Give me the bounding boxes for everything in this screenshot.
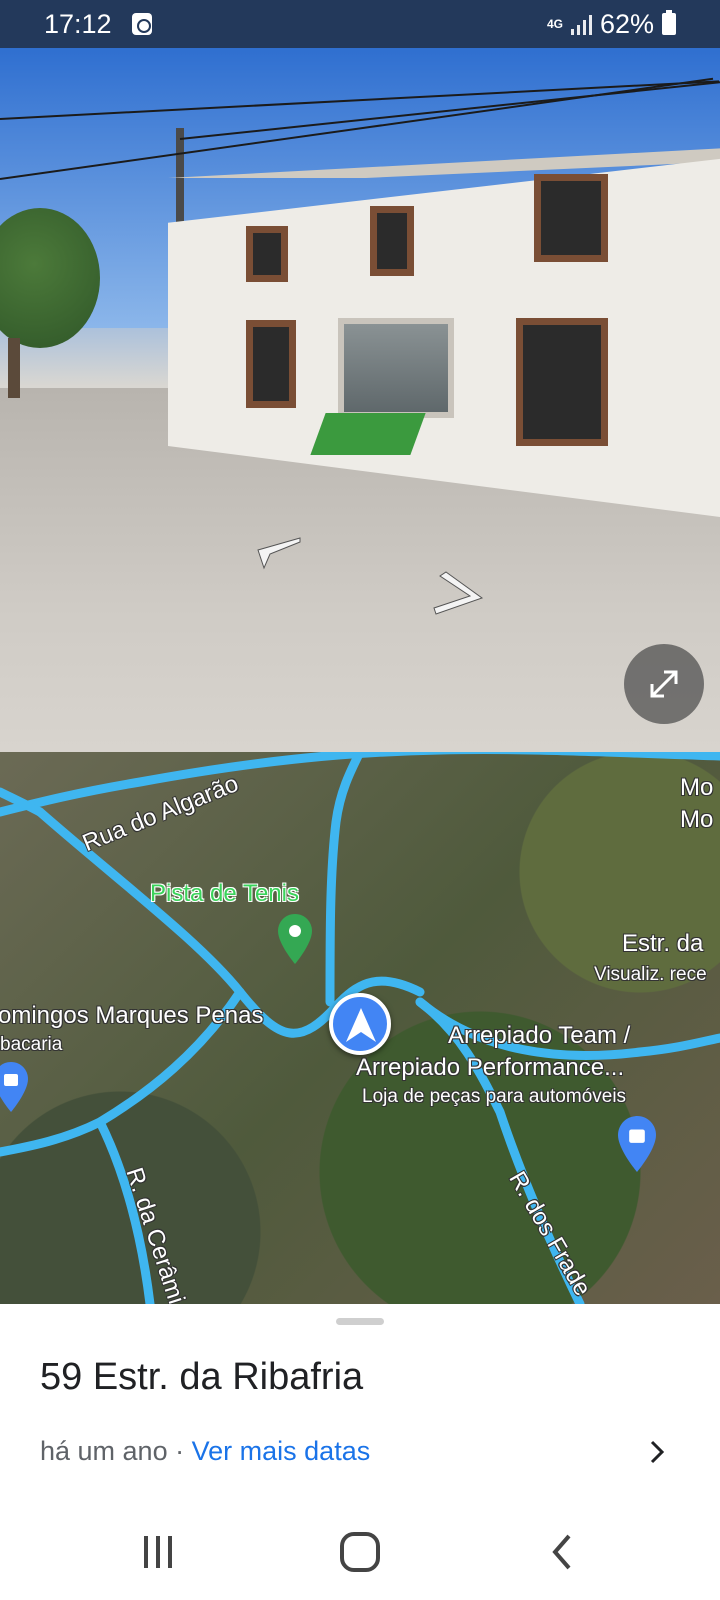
building-door [516, 318, 608, 446]
poi-label-sub: bacaria [0, 1034, 63, 1055]
imagery-date-row: há um ano · Ver mais datas [40, 1436, 370, 1467]
street-label-sub: Visualiz. rece [594, 964, 707, 985]
drag-handle[interactable] [336, 1318, 384, 1325]
signal-icon [570, 13, 592, 35]
home-icon [340, 1532, 380, 1572]
building-door [246, 320, 296, 408]
separator: · [175, 1436, 185, 1466]
poi-label-line2[interactable]: Arrepiado Performance... [356, 1054, 624, 1082]
alarm-icon [131, 13, 152, 35]
battery-percent: 62% [599, 8, 654, 39]
current-view-marker[interactable] [329, 993, 391, 1055]
expand-button[interactable] [624, 644, 704, 724]
street-view-panorama[interactable] [0, 48, 720, 752]
building-window [534, 174, 608, 262]
back-button[interactable] [532, 1530, 592, 1574]
building-window [370, 206, 414, 276]
street-label: Estr. da [622, 930, 704, 957]
building-window [246, 226, 288, 282]
chevron-right-icon [650, 1440, 665, 1464]
status-time: 17:12 [44, 8, 112, 39]
tree-trunk [8, 338, 20, 398]
place-title: 59 Estr. da Ribafria [40, 1356, 364, 1398]
poi-label[interactable]: omingos Marques Penas [0, 1002, 263, 1030]
chevron-right-button[interactable] [640, 1434, 676, 1470]
arrow-right-icon[interactable] [432, 570, 486, 620]
network-type: 4G [546, 17, 563, 31]
glass-shopfront [338, 318, 454, 418]
status-bar: 17:12 4G 62% [0, 0, 720, 48]
imagery-age: há um ano [40, 1436, 168, 1466]
more-dates-link[interactable]: Ver mais datas [192, 1436, 371, 1466]
navigation-arrow-icon [346, 1008, 376, 1042]
poi-label-tennis[interactable]: Pista de Tenis [150, 880, 299, 908]
system-nav-bar [0, 1504, 720, 1600]
recent-apps-button[interactable] [128, 1530, 188, 1574]
expand-icon [650, 670, 678, 698]
poi-label-line1[interactable]: Arrepiado Team / [448, 1022, 630, 1050]
home-button[interactable] [330, 1530, 390, 1574]
poi-label: Mo [680, 774, 714, 801]
green-ramp [310, 413, 426, 455]
back-icon [552, 1534, 571, 1570]
recent-apps-icon [144, 1536, 172, 1568]
arrow-left-icon[interactable] [254, 536, 302, 570]
battery-icon [662, 10, 676, 35]
poi-label: Mo [680, 806, 714, 833]
poi-category: Loja de peças para automóveis [362, 1086, 627, 1107]
